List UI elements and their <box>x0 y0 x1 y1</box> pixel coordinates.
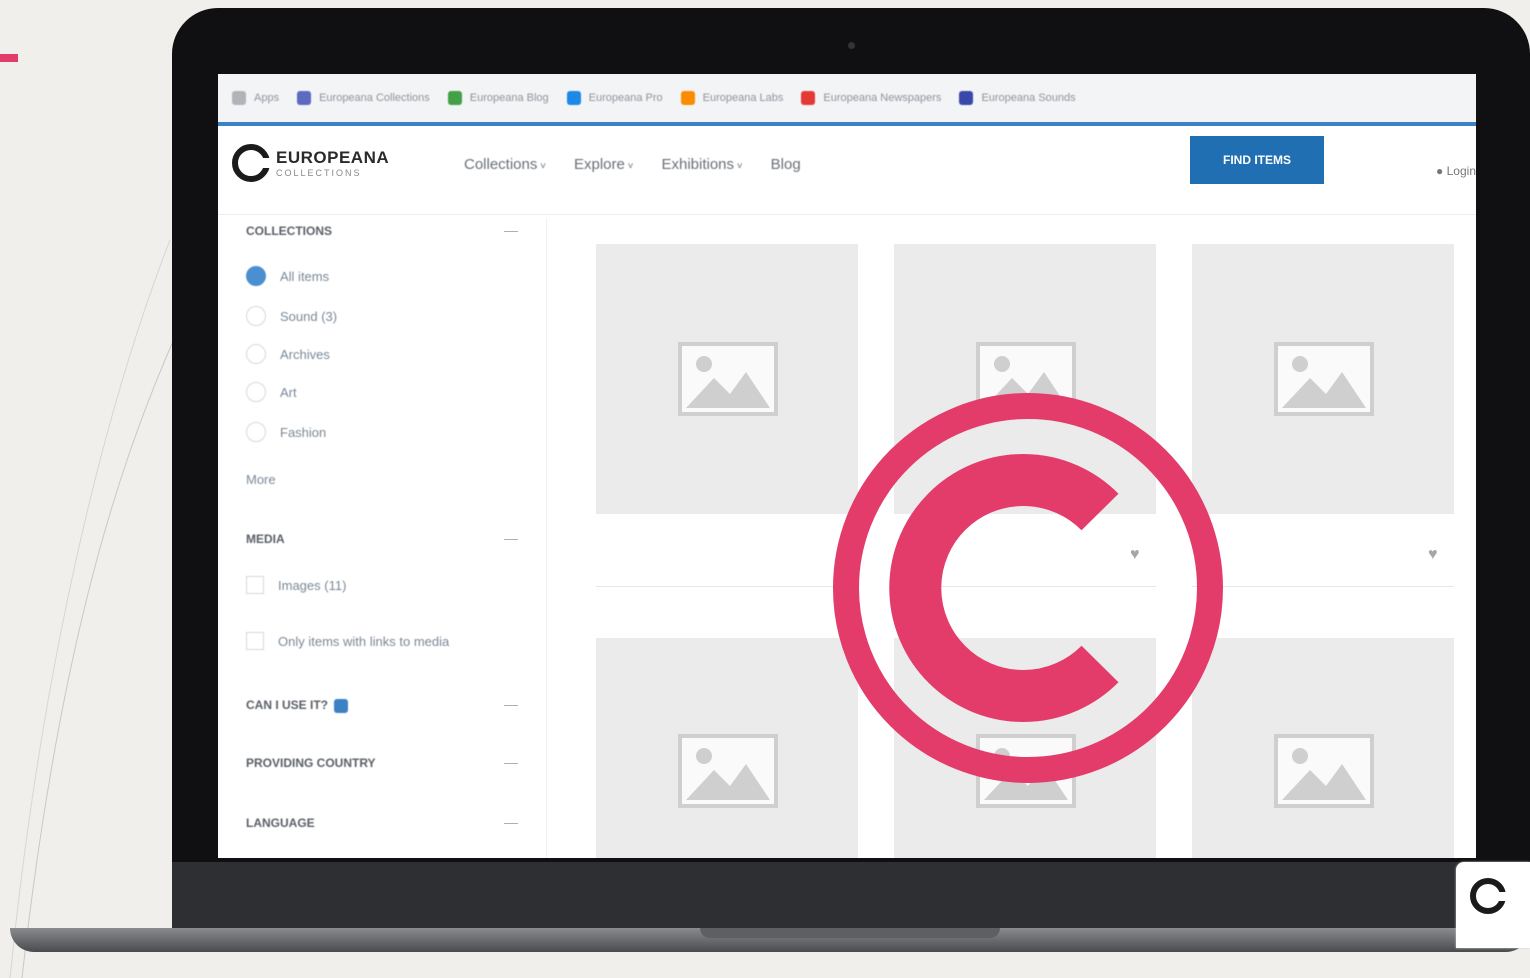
bookmark-icon <box>297 91 312 105</box>
nav-blog[interactable]: Blog <box>771 156 801 173</box>
radio-icon[interactable] <box>246 382 266 402</box>
filter-option-label: Sound (3) <box>280 308 338 324</box>
bookmark-item[interactable]: Europeana Newspapers <box>801 91 941 105</box>
bookmark-item[interactable]: Europeana Pro <box>566 91 663 105</box>
main-nav: Collections Explore Exhibitions Blog <box>464 156 801 173</box>
radio-selected-icon[interactable] <box>246 266 266 286</box>
collections-filter-title: COLLECTIONS <box>246 224 332 238</box>
nav-explore[interactable]: Explore <box>574 156 633 173</box>
checkbox-icon[interactable] <box>246 576 264 594</box>
result-card[interactable] <box>596 638 858 858</box>
filter-option[interactable]: Fashion <box>246 422 326 442</box>
providing-country-filter-title: PROVIDING COUNTRY <box>246 756 376 770</box>
webcam <box>848 42 855 49</box>
result-card[interactable] <box>596 244 858 514</box>
bookmark-label: Europeana Sounds <box>981 92 1076 104</box>
reuse-filter-label: CAN I USE IT? <box>246 698 329 712</box>
filter-option[interactable]: Sound (3) <box>246 306 337 326</box>
site-logo[interactable]: EUROPEANA COLLECTIONS <box>232 144 389 182</box>
user-login-label: Login <box>1446 164 1476 178</box>
filter-option[interactable]: Only items with links to media <box>246 632 449 650</box>
logo-name: EUROPEANA <box>276 148 390 167</box>
filter-option-label: Only items with links to media <box>278 633 450 649</box>
collapse-icon[interactable]: — <box>504 696 518 712</box>
bookmark-item[interactable]: Europeana Labs <box>680 91 784 105</box>
filter-option[interactable]: Art <box>246 382 297 402</box>
logo-icon <box>232 144 270 182</box>
result-card-footer <box>596 526 858 587</box>
image-placeholder-icon <box>1274 734 1374 808</box>
bookmark-item[interactable]: Europeana Sounds <box>959 91 1076 105</box>
media-filter-title: MEDIA <box>246 532 285 546</box>
collapse-icon[interactable]: — <box>504 814 518 830</box>
bookmark-label: Europeana Newspapers <box>823 92 942 104</box>
nav-exhibitions[interactable]: Exhibitions <box>661 156 742 173</box>
image-placeholder-icon <box>1274 342 1374 416</box>
bookmarks-bar: Apps Europeana Collections Europeana Blo… <box>218 74 1476 126</box>
corner-logo <box>1456 862 1530 948</box>
find-items-button[interactable]: FIND ITEMS <box>1190 136 1324 184</box>
user-icon: ● <box>1436 164 1447 178</box>
user-login[interactable]: ● Login <box>1436 164 1476 178</box>
bookmark-icon <box>801 91 816 105</box>
filter-option-label: All items <box>280 268 330 284</box>
bookmark-icon <box>566 91 581 105</box>
laptop-notch <box>700 928 1000 938</box>
bookmark-label: Europeana Pro <box>588 92 663 104</box>
bookmark-icon <box>959 91 974 105</box>
logo-subtitle: COLLECTIONS <box>276 168 362 178</box>
bookmark-label: Apps <box>254 92 280 104</box>
language-filter-title: LANGUAGE <box>246 816 315 830</box>
bookmark-apps[interactable]: Apps <box>232 91 279 105</box>
filter-option-label: Art <box>280 384 297 400</box>
bookmark-item[interactable]: Europeana Collections <box>297 91 430 105</box>
filter-option-label: Archives <box>280 346 330 362</box>
result-card-footer: ♥ <box>1192 526 1454 587</box>
result-card[interactable] <box>1192 244 1454 514</box>
result-card[interactable] <box>1192 638 1454 858</box>
radio-icon[interactable] <box>246 344 266 364</box>
copyright-icon <box>833 393 1223 783</box>
favorite-icon[interactable]: ♥ <box>1428 546 1438 564</box>
collapse-icon[interactable]: — <box>504 530 518 546</box>
bookmark-label: Europeana Collections <box>319 92 430 104</box>
more-collections-link[interactable]: More <box>246 472 276 487</box>
bookmark-icon <box>680 91 695 105</box>
filter-option-label: Images (11) <box>278 577 347 593</box>
radio-icon[interactable] <box>246 306 266 326</box>
bookmark-label: Europeana Labs <box>702 92 784 104</box>
radio-icon[interactable] <box>246 422 266 442</box>
filter-option[interactable]: All items <box>246 266 329 286</box>
nav-collections[interactable]: Collections <box>464 156 546 173</box>
reuse-filter-title: CAN I USE IT? <box>246 698 349 713</box>
bookmark-item[interactable]: Europeana Blog <box>447 91 549 105</box>
laptop-bezel <box>172 862 1530 928</box>
sidebar-divider <box>546 218 547 858</box>
filter-sidebar: COLLECTIONS — All items Sound (3) Archiv… <box>218 218 548 858</box>
image-placeholder-icon <box>678 342 778 416</box>
filter-option[interactable]: Images (11) <box>246 576 346 594</box>
apps-icon <box>232 91 246 105</box>
bookmark-label: Europeana Blog <box>469 92 549 104</box>
image-placeholder-icon <box>678 734 778 808</box>
filter-option[interactable]: Archives <box>246 344 330 364</box>
corner-logo-icon <box>1470 878 1506 914</box>
checkbox-icon[interactable] <box>246 632 264 650</box>
info-icon[interactable] <box>334 698 349 713</box>
collapse-icon[interactable]: — <box>504 754 518 770</box>
collapse-icon[interactable]: — <box>504 222 518 238</box>
bookmark-icon <box>447 91 462 105</box>
filter-option-label: Fashion <box>280 424 327 440</box>
